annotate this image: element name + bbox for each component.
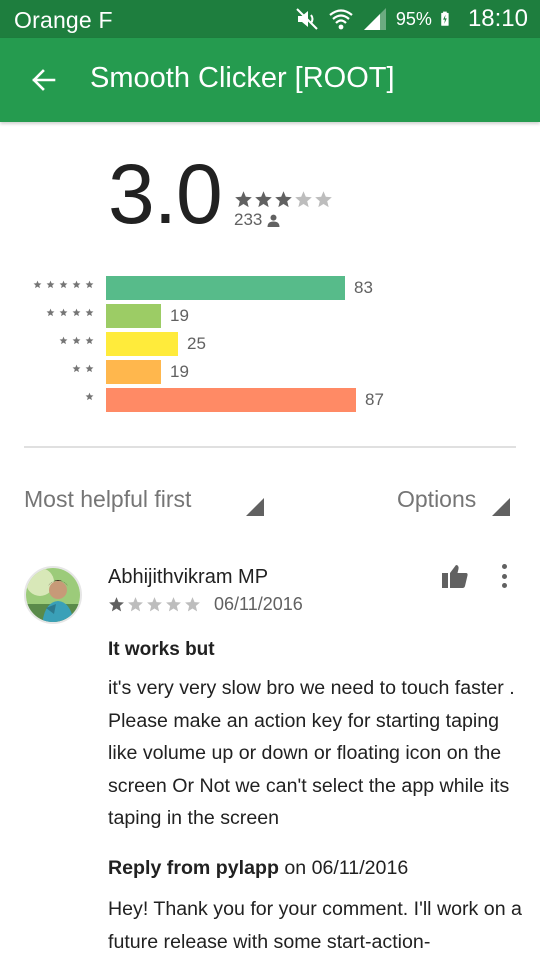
histogram-count: 25 xyxy=(187,334,206,353)
average-rating-stars xyxy=(234,190,333,209)
status-icons: 95% 18:10 xyxy=(294,0,528,38)
sort-dropdown[interactable]: Most helpful first xyxy=(24,486,191,513)
histogram-count: 87 xyxy=(365,390,384,409)
histogram-row-5-star: 83 xyxy=(0,276,540,300)
star-empty-icon xyxy=(166,597,181,612)
rating-count-value: 233 xyxy=(234,210,263,229)
histogram-star-label xyxy=(33,280,94,289)
carrier-name: Orange F xyxy=(14,7,113,33)
review-body: it's very very slow bro we need to touch… xyxy=(108,677,515,829)
star-empty-icon xyxy=(295,191,312,208)
reply-from: Reply from pylapp xyxy=(108,857,279,879)
mute-icon xyxy=(296,8,318,30)
star-small-icon xyxy=(59,336,68,345)
review-stars xyxy=(108,596,201,613)
options-dropdown[interactable]: Options xyxy=(397,486,476,513)
star-small-icon xyxy=(46,280,55,289)
signal-icon xyxy=(363,8,386,30)
divider xyxy=(24,446,516,448)
wifi-icon xyxy=(329,9,353,30)
options-label: Options xyxy=(397,486,477,512)
star-filled-icon xyxy=(275,191,292,208)
status-bar: Orange F 95% 18:10 xyxy=(0,0,540,38)
star-filled-icon xyxy=(235,191,252,208)
star-small-icon xyxy=(85,308,94,317)
back-button[interactable] xyxy=(22,59,64,101)
reply-date: on 06/11/2016 xyxy=(284,857,409,879)
histogram-row-1-star: 87 xyxy=(0,388,540,412)
histogram-count: 83 xyxy=(354,278,373,297)
histogram-row-3-star: 25 xyxy=(0,332,540,356)
avatar[interactable] xyxy=(24,566,82,624)
star-small-icon xyxy=(46,308,55,317)
histogram-star-label xyxy=(59,336,94,345)
star-small-icon xyxy=(59,280,68,289)
histogram-star-label xyxy=(72,364,94,373)
histogram-bar xyxy=(106,304,161,328)
star-filled-icon xyxy=(109,597,124,612)
page-title: Smooth Clicker [ROOT] xyxy=(90,62,395,94)
sort-label: Most helpful first xyxy=(24,486,192,512)
histogram-star-label xyxy=(46,308,94,317)
review-title: It works but xyxy=(108,639,215,660)
average-rating: 3.0 xyxy=(108,147,223,241)
star-small-icon xyxy=(85,392,94,401)
rating-count: 233 xyxy=(234,210,280,230)
star-small-icon xyxy=(72,336,81,345)
sort-dropdown-arrow-icon xyxy=(246,498,264,516)
app-bar: Smooth Clicker [ROOT] xyxy=(0,38,540,122)
review-date: 06/11/2016 xyxy=(214,594,303,614)
thumbs-up-icon[interactable] xyxy=(440,562,470,592)
clock: 18:10 xyxy=(467,5,528,32)
star-small-icon xyxy=(72,308,81,317)
avatar-image xyxy=(26,568,80,622)
star-small-icon xyxy=(33,280,42,289)
options-dropdown-arrow-icon xyxy=(492,498,510,516)
histogram-count: 19 xyxy=(170,362,189,381)
star-small-icon xyxy=(85,364,94,373)
reviewer-name: Abhijithvikram MP xyxy=(108,566,269,588)
histogram-bar xyxy=(106,360,161,384)
battery-percent: 95% xyxy=(395,8,432,29)
star-empty-icon xyxy=(185,597,200,612)
battery-charging-icon xyxy=(441,11,449,26)
more-options-button[interactable] xyxy=(492,562,516,590)
star-small-icon xyxy=(85,280,94,289)
star-filled-icon xyxy=(255,191,272,208)
histogram-count: 19 xyxy=(170,306,189,325)
histogram-row-4-star: 19 xyxy=(0,304,540,328)
histogram-row-2-star: 19 xyxy=(0,360,540,384)
histogram-bar xyxy=(106,332,178,356)
more-options-icon xyxy=(501,564,507,569)
histogram-bar xyxy=(106,388,356,412)
developer-reply-header: Reply from pylapp on 06/11/2016 xyxy=(108,857,408,880)
person-icon xyxy=(267,214,280,227)
star-empty-icon xyxy=(147,597,162,612)
histogram-star-label xyxy=(85,392,94,401)
arrow-back-icon xyxy=(32,69,56,91)
star-small-icon xyxy=(72,280,81,289)
star-small-icon xyxy=(72,364,81,373)
star-small-icon xyxy=(85,336,94,345)
star-small-icon xyxy=(59,308,68,317)
star-empty-icon xyxy=(128,597,143,612)
star-empty-icon xyxy=(315,191,332,208)
histogram-bar xyxy=(106,276,345,300)
developer-reply-body: Hey! Thank you for your comment. I'll wo… xyxy=(108,898,522,953)
